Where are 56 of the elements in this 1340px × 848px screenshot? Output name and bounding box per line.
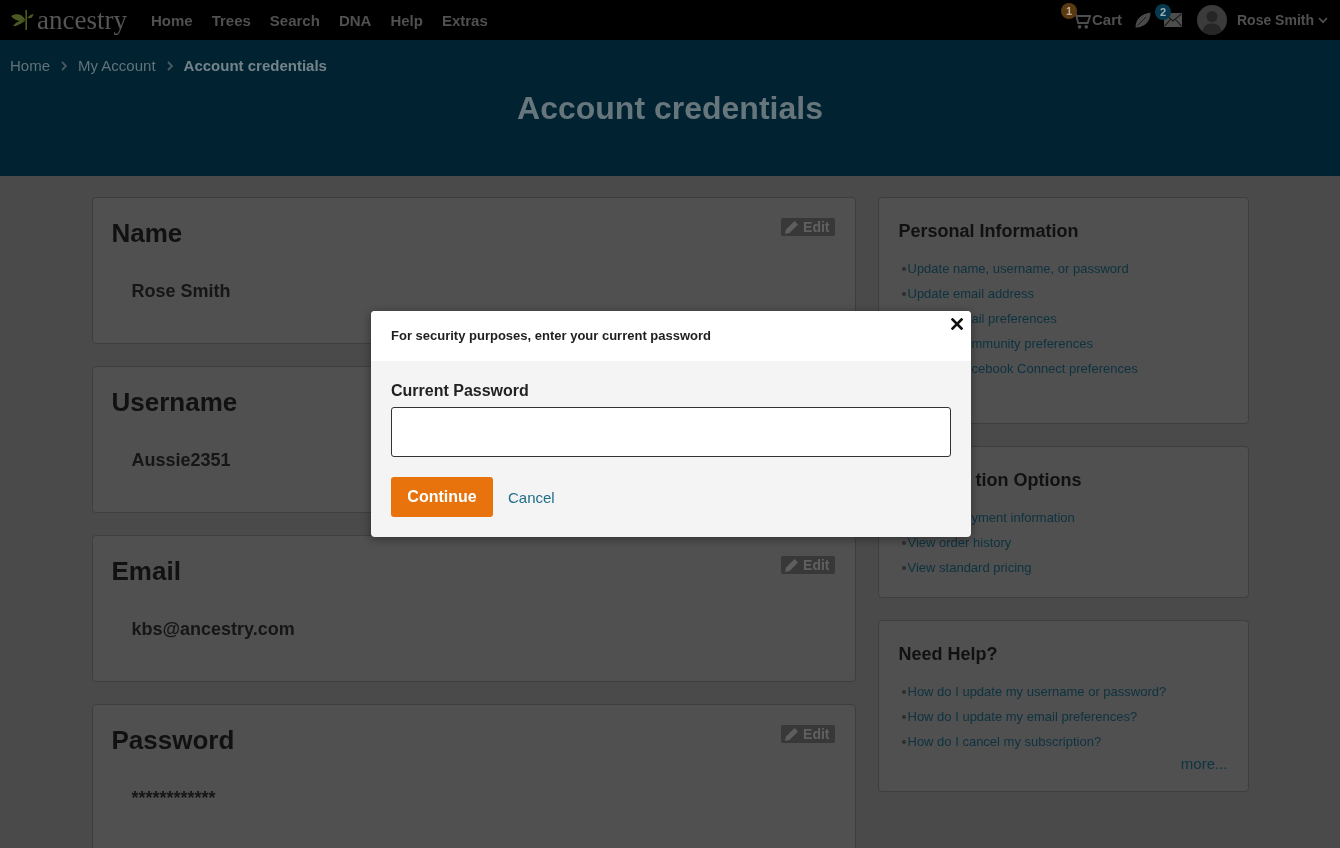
sidebar-heading: tion Options [975, 469, 1082, 492]
chevron-right-icon [166, 61, 173, 71]
bullet-icon [901, 540, 906, 545]
sidebar-link[interactable]: Update name, username, or password [907, 259, 1129, 278]
breadcrumb-current: Account credentials [183, 57, 327, 75]
password-field[interactable] [391, 407, 951, 457]
sidebar-link[interactable]: yment information [971, 508, 1075, 527]
card-title: Name [111, 217, 183, 249]
sidebar-link[interactable]: ail preferences [971, 309, 1057, 328]
bullet-icon [901, 565, 906, 570]
field-label: Current Password [391, 381, 529, 401]
more-link[interactable]: more... [1180, 754, 1228, 774]
close-icon[interactable] [951, 318, 963, 330]
bullet-icon [901, 714, 906, 719]
sprig-icon[interactable] [10, 9, 34, 31]
sidebar-heading: Personal Information [898, 220, 1079, 243]
card-title: Username [111, 386, 238, 418]
nav-link[interactable]: Help [390, 11, 423, 29]
card-title: Password [111, 724, 235, 756]
count-badge: 2 [1155, 4, 1171, 20]
bullet-icon [901, 689, 906, 694]
bullet-icon [901, 739, 906, 744]
nav-link[interactable]: Extras [441, 11, 488, 29]
sidebar-link[interactable]: View order history [907, 533, 1012, 552]
cancel-link[interactable]: Cancel [508, 488, 555, 506]
sidebar-heading: Need Help? [898, 643, 998, 666]
count-badge: 1 [1060, 3, 1077, 19]
bullet-icon [901, 291, 906, 296]
card-value: Rose Smith [131, 280, 231, 303]
pencil-icon [785, 727, 800, 741]
card-title: Email [111, 555, 181, 587]
pencil-icon [785, 220, 800, 234]
logo-wordmark[interactable]: ancestry [37, 5, 127, 35]
nav-link[interactable]: DNA [338, 11, 372, 29]
bullet-icon [901, 266, 906, 271]
pencil-icon [785, 558, 800, 572]
card-value: Aussie2351 [131, 449, 231, 472]
chevron-right-icon [61, 61, 67, 71]
breadcrumb-link[interactable]: My Account [78, 57, 156, 75]
card-value: ************ [131, 787, 216, 810]
user-menu[interactable]: Rose Smith [1197, 5, 1328, 35]
card-value: kbs@ancestry.com [131, 618, 295, 641]
continue-button[interactable]: Continue [391, 477, 493, 517]
sidebar-link[interactable]: mmunity preferences [971, 334, 1093, 353]
page-title: Account credentials [516, 89, 824, 128]
sidebar-link[interactable]: Update email address [907, 284, 1034, 303]
leaf-icon[interactable] [1135, 12, 1151, 28]
avatar-icon [1197, 5, 1227, 35]
dialog-title: For security purposes, enter your current password [391, 327, 712, 345]
sidebar-link[interactable]: View standard pricing [907, 558, 1032, 577]
breadcrumb-link[interactable]: Home [10, 57, 50, 75]
chevron-down-icon [1318, 16, 1328, 24]
nav-link[interactable]: Trees [211, 11, 251, 29]
sidebar-link[interactable]: cebook Connect preferences [971, 359, 1138, 378]
nav-link[interactable]: Home [150, 11, 193, 29]
nav-link[interactable]: Search [269, 11, 320, 29]
